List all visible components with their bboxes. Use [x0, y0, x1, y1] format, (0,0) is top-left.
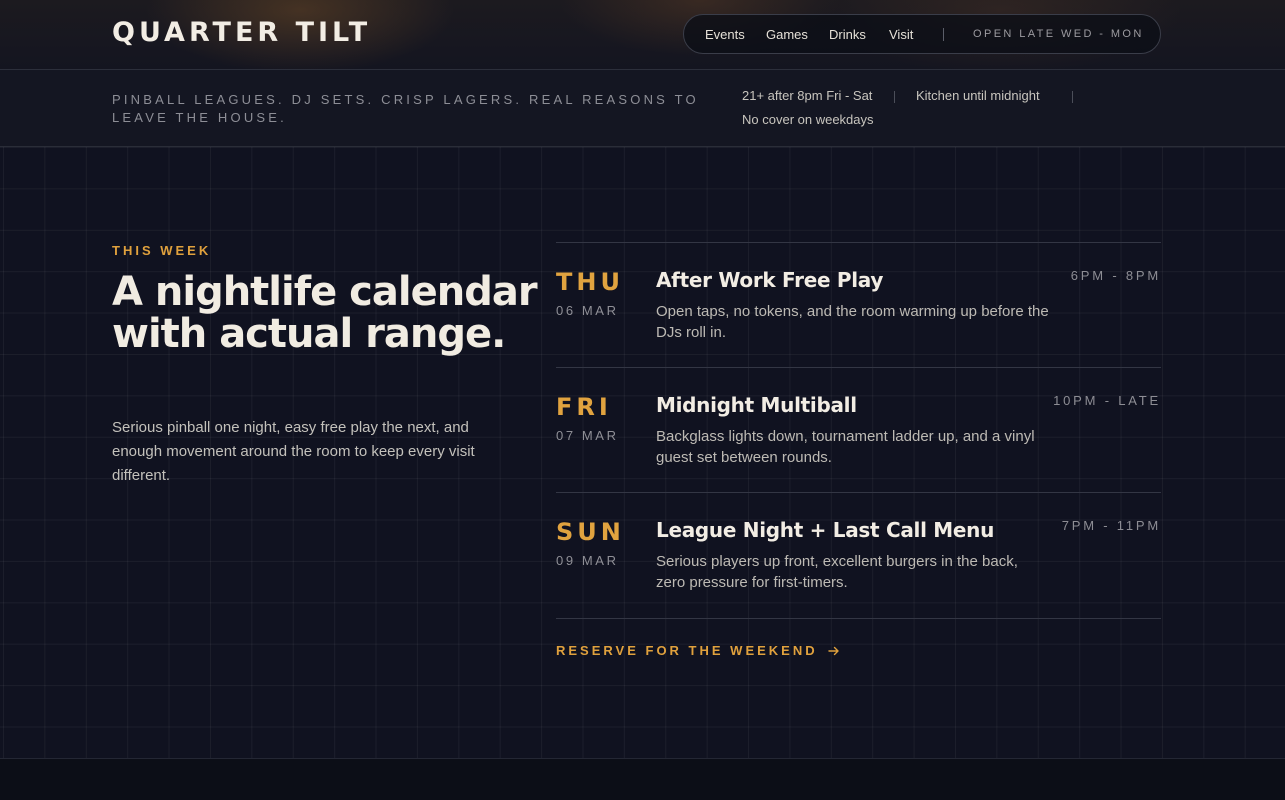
site-header: QUARTER TILT Events Games Drinks Visit O…: [0, 0, 1285, 70]
event-title[interactable]: Midnight Multiball: [656, 393, 857, 417]
page-footer-band: [0, 758, 1285, 800]
event-day: THU: [556, 268, 624, 296]
event-description: Serious players up front, excellent burg…: [656, 553, 1018, 591]
nav-divider: [943, 28, 944, 41]
section-eyebrow: THIS WEEK: [112, 243, 212, 258]
nav-link-visit[interactable]: Visit: [889, 27, 913, 42]
opening-hours: OPEN LATE WED - MON: [973, 28, 1144, 40]
event-item[interactable]: SUN 09 MAR League Night + Last Call Menu…: [556, 492, 1161, 617]
event-day: SUN: [556, 518, 625, 546]
arrow-right-icon: [827, 646, 839, 655]
main-nav: Events Games Drinks Visit OPEN LATE WED …: [683, 14, 1161, 54]
event-time: 7PM - 11PM: [1061, 518, 1161, 533]
event-item[interactable]: THU 06 MAR After Work Free Play Open tap…: [556, 242, 1161, 367]
divider: [556, 618, 1161, 619]
info-kitchen-hours: Kitchen until midnight: [916, 88, 1040, 103]
event-date: 06 MAR: [556, 303, 619, 318]
event-date: 09 MAR: [556, 553, 619, 568]
info-band: PINBALL LEAGUES. DJ SETS. CRISP LAGERS. …: [0, 70, 1285, 147]
event-description: Open taps, no tokens, and the room warmi…: [656, 303, 1049, 341]
info-divider: [1072, 91, 1073, 103]
event-time: 6PM - 8PM: [1070, 268, 1161, 283]
info-divider: [894, 91, 895, 103]
event-title[interactable]: League Night + Last Call Menu: [656, 518, 994, 542]
info-age-policy: 21+ after 8pm Fri - Sat: [742, 88, 873, 103]
nav-link-games[interactable]: Games: [766, 27, 808, 42]
site-logo[interactable]: QUARTER TILT: [112, 17, 371, 48]
tagline: PINBALL LEAGUES. DJ SETS. CRISP LAGERS. …: [112, 92, 699, 125]
event-time: 10PM - LATE: [1053, 393, 1161, 408]
event-item[interactable]: FRI 07 MAR Midnight Multiball Backglass …: [556, 367, 1161, 492]
event-day: FRI: [556, 393, 612, 421]
event-title[interactable]: After Work Free Play: [656, 268, 883, 292]
event-date: 07 MAR: [556, 428, 619, 443]
reserve-weekend-link[interactable]: RESERVE FOR THE WEEKEND: [556, 643, 840, 658]
nav-link-drinks[interactable]: Drinks: [829, 27, 866, 42]
nav-link-events[interactable]: Events: [705, 27, 745, 42]
info-cover-policy: No cover on weekdays: [742, 112, 874, 127]
page-title: A nightlife calendar with actual range.: [112, 269, 538, 357]
reserve-weekend-label: RESERVE FOR THE WEEKEND: [556, 643, 818, 658]
page: QUARTER TILT Events Games Drinks Visit O…: [0, 0, 1285, 800]
event-description: Backglass lights down, tournament ladder…: [656, 428, 1035, 466]
intro-paragraph: Serious pinball one night, easy free pla…: [112, 419, 475, 484]
